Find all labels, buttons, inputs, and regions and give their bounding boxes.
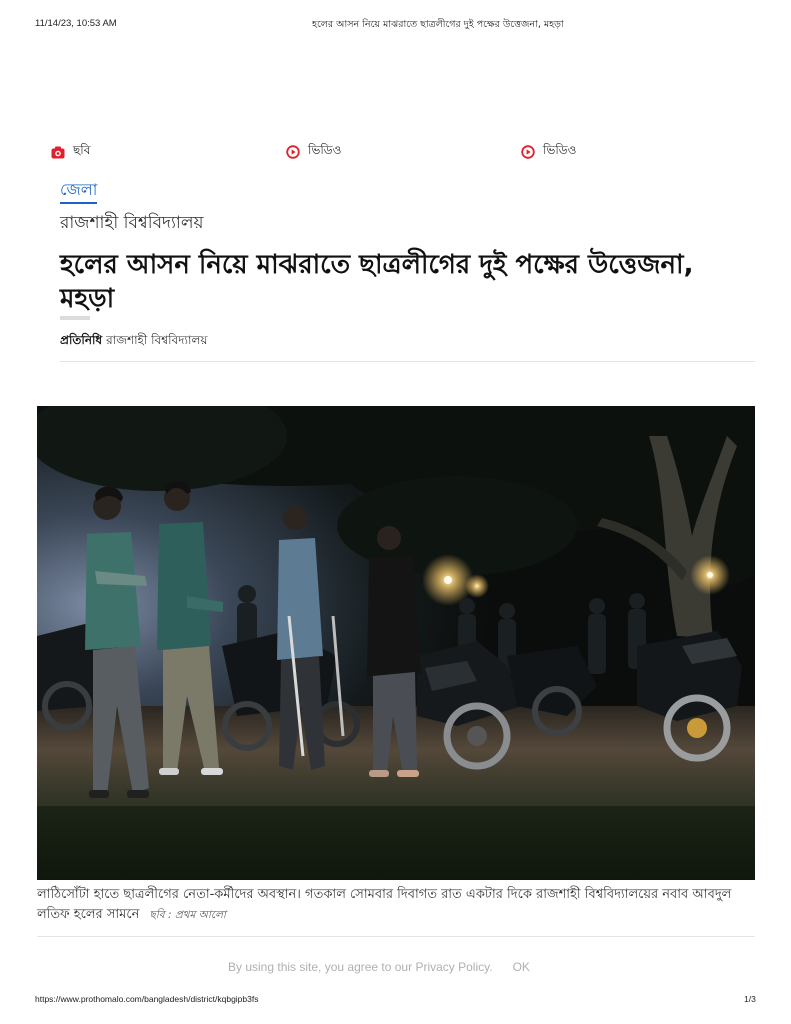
byline: প্রতিনিধি রাজশাহী বিশ্ববিদ্যালয় xyxy=(60,332,207,352)
nav-item-video[interactable]: ভিডিও xyxy=(285,142,341,162)
section-link[interactable]: জেলা xyxy=(60,177,97,204)
divider xyxy=(60,361,755,362)
nav-item-label: ভিডিও xyxy=(543,143,577,157)
print-datetime: 11/14/23, 10:53 AM xyxy=(35,18,117,29)
article-headline: হলের আসন নিয়ে মাঝরাতে ছাত্রলীগের দুই পক… xyxy=(60,250,694,314)
nav-item-label: ছবি xyxy=(73,143,91,157)
cookie-ok-button[interactable]: OK xyxy=(513,960,530,974)
nav-item-label: ভিডিও xyxy=(308,143,342,157)
section-underline xyxy=(60,202,97,204)
photo-caption: লাঠিসোঁটা হাতে ছাত্রলীগের নেতা-কর্মীদের … xyxy=(37,885,755,925)
grass-shadow xyxy=(37,806,755,880)
article-photo xyxy=(37,406,755,880)
privacy-policy-link[interactable]: Privacy Policy xyxy=(415,960,489,974)
byline-location: রাজশাহী বিশ্ববিদ্যালয় xyxy=(106,333,208,347)
cookie-banner: By using this site, you agree to our Pri… xyxy=(228,960,530,974)
nav-item-video[interactable]: ভিডিও xyxy=(520,142,576,162)
print-page-number: 1/3 xyxy=(744,994,756,1004)
play-icon xyxy=(520,145,535,160)
cookie-notice: By using this site, you agree to our Pri… xyxy=(228,960,493,974)
nav-item-photo[interactable]: ছবি xyxy=(50,142,90,162)
byline-author: প্রতিনিধি xyxy=(60,333,103,347)
subsection-link[interactable]: রাজশাহী বিশ্ববিদ্যালয় xyxy=(60,210,204,238)
headline-separator xyxy=(60,316,90,320)
play-icon xyxy=(285,145,300,160)
street-light xyxy=(690,555,730,595)
print-page-title: হলের আসন নিয়ে মাঝরাতে ছাত্রলীগের দুই পক… xyxy=(312,19,564,30)
cookie-text-end: . xyxy=(489,960,493,974)
cookie-text: By using this site, you agree to our xyxy=(228,960,416,974)
photo-caption-text: লাঠিসোঁটা হাতে ছাত্রলীগের নেতা-কর্মীদের … xyxy=(37,887,732,922)
print-url: https://www.prothomalo.com/bangladesh/di… xyxy=(35,994,259,1004)
divider xyxy=(37,936,755,937)
photo-credit: ছবি : প্রথম আলো xyxy=(149,909,226,921)
camera-icon xyxy=(50,145,65,160)
